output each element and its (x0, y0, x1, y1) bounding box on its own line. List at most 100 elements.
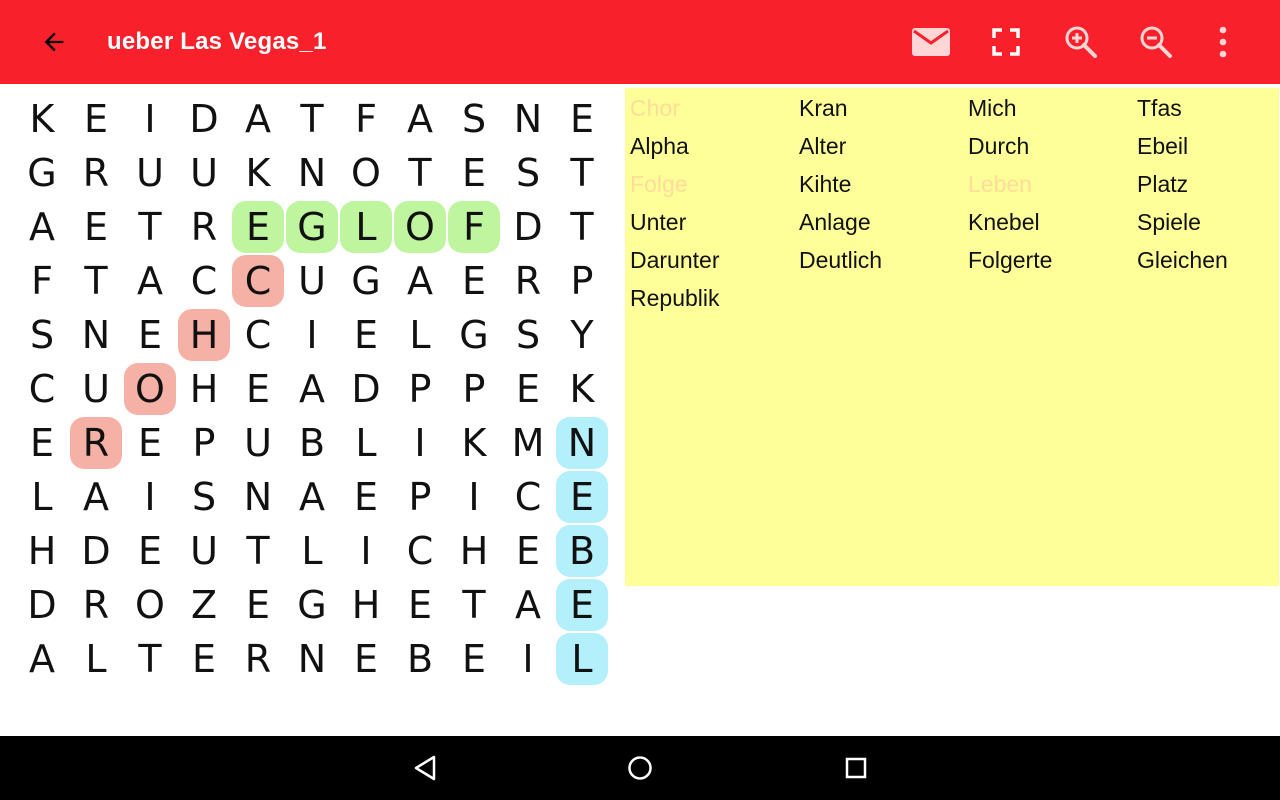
grid-cell[interactable]: K (15, 92, 69, 146)
grid-cell[interactable]: I (123, 470, 177, 524)
grid-cell[interactable]: A (15, 200, 69, 254)
grid-cell[interactable]: E (15, 416, 69, 470)
grid-cell[interactable]: R (501, 254, 555, 308)
grid-cell[interactable]: G (447, 308, 501, 362)
zoom-out-button[interactable] (1134, 20, 1178, 64)
grid-cell[interactable]: H (15, 524, 69, 578)
grid-cell[interactable]: L (393, 308, 447, 362)
grid-cell[interactable]: L (339, 200, 393, 254)
grid-cell[interactable]: K (447, 416, 501, 470)
grid-cell[interactable]: E (393, 578, 447, 632)
grid-cell[interactable]: C (231, 254, 285, 308)
grid-cell[interactable]: S (15, 308, 69, 362)
grid-cell[interactable]: E (447, 632, 501, 686)
grid-cell[interactable]: T (447, 578, 501, 632)
more-options-button[interactable] (1201, 20, 1245, 64)
grid-cell[interactable]: L (15, 470, 69, 524)
grid-cell[interactable]: E (123, 416, 177, 470)
grid-cell[interactable]: T (123, 200, 177, 254)
grid-cell[interactable]: U (177, 146, 231, 200)
grid-cell[interactable]: F (447, 200, 501, 254)
grid-cell[interactable]: B (393, 632, 447, 686)
grid-cell[interactable]: E (69, 200, 123, 254)
grid-cell[interactable]: E (339, 308, 393, 362)
grid-cell[interactable]: P (555, 254, 609, 308)
grid-cell[interactable]: A (393, 92, 447, 146)
mail-button[interactable] (909, 20, 953, 64)
grid-cell[interactable]: T (393, 146, 447, 200)
grid-cell[interactable]: I (501, 632, 555, 686)
grid-cell[interactable]: I (339, 524, 393, 578)
grid-cell[interactable]: P (393, 470, 447, 524)
grid-cell[interactable]: E (447, 146, 501, 200)
grid-cell[interactable]: L (339, 416, 393, 470)
grid-cell[interactable]: C (231, 308, 285, 362)
grid-cell[interactable]: R (69, 416, 123, 470)
grid-cell[interactable]: R (69, 578, 123, 632)
grid-cell[interactable]: D (69, 524, 123, 578)
grid-cell[interactable]: N (231, 470, 285, 524)
grid-cell[interactable]: H (447, 524, 501, 578)
grid-cell[interactable]: I (123, 92, 177, 146)
grid-cell[interactable]: E (177, 632, 231, 686)
fullscreen-button[interactable] (984, 20, 1028, 64)
grid-cell[interactable]: Y (555, 308, 609, 362)
grid-cell[interactable]: D (501, 200, 555, 254)
grid-cell[interactable]: U (177, 524, 231, 578)
grid-cell[interactable]: N (285, 146, 339, 200)
grid-cell[interactable]: E (555, 92, 609, 146)
grid-cell[interactable]: G (15, 146, 69, 200)
grid-cell[interactable]: E (69, 92, 123, 146)
grid-cell[interactable]: O (393, 200, 447, 254)
grid-cell[interactable]: F (15, 254, 69, 308)
grid-cell[interactable]: M (501, 416, 555, 470)
grid-cell[interactable]: N (501, 92, 555, 146)
grid-cell[interactable]: K (555, 362, 609, 416)
grid-cell[interactable]: T (555, 200, 609, 254)
grid-cell[interactable]: R (69, 146, 123, 200)
grid-cell[interactable]: B (285, 416, 339, 470)
grid-cell[interactable]: R (231, 632, 285, 686)
nav-recents-button[interactable] (836, 748, 876, 788)
grid-cell[interactable]: U (231, 416, 285, 470)
grid-cell[interactable]: C (501, 470, 555, 524)
grid-cell[interactable]: O (339, 146, 393, 200)
grid-cell[interactable]: T (123, 632, 177, 686)
grid-cell[interactable]: E (555, 470, 609, 524)
grid-cell[interactable]: A (231, 92, 285, 146)
grid-cell[interactable]: A (501, 578, 555, 632)
grid-cell[interactable]: E (339, 470, 393, 524)
grid-cell[interactable]: P (447, 362, 501, 416)
grid-cell[interactable]: K (231, 146, 285, 200)
grid-cell[interactable]: L (285, 524, 339, 578)
grid-cell[interactable]: A (123, 254, 177, 308)
grid-cell[interactable]: E (231, 578, 285, 632)
grid-cell[interactable]: H (339, 578, 393, 632)
grid-cell[interactable]: A (69, 470, 123, 524)
grid-cell[interactable]: G (339, 254, 393, 308)
grid-cell[interactable]: U (285, 254, 339, 308)
grid-cell[interactable]: F (339, 92, 393, 146)
grid-cell[interactable]: D (15, 578, 69, 632)
grid-cell[interactable]: D (177, 92, 231, 146)
grid-cell[interactable]: A (285, 362, 339, 416)
grid-cell[interactable]: P (393, 362, 447, 416)
grid-cell[interactable]: O (123, 578, 177, 632)
grid-cell[interactable]: A (393, 254, 447, 308)
grid-cell[interactable]: T (69, 254, 123, 308)
grid-cell[interactable]: E (123, 524, 177, 578)
grid-cell[interactable]: C (15, 362, 69, 416)
letter-grid[interactable]: KEIDATFASNEGRUUKNOTESTAETREGLOFDTFTACCUG… (15, 92, 609, 686)
grid-cell[interactable]: E (447, 254, 501, 308)
grid-cell[interactable]: A (15, 632, 69, 686)
grid-cell[interactable]: U (69, 362, 123, 416)
grid-cell[interactable]: S (501, 146, 555, 200)
grid-cell[interactable]: P (177, 416, 231, 470)
grid-cell[interactable]: O (123, 362, 177, 416)
grid-cell[interactable]: T (231, 524, 285, 578)
grid-cell[interactable]: S (447, 92, 501, 146)
grid-cell[interactable]: E (555, 578, 609, 632)
grid-cell[interactable]: E (123, 308, 177, 362)
grid-cell[interactable]: B (555, 524, 609, 578)
grid-cell[interactable]: N (285, 632, 339, 686)
